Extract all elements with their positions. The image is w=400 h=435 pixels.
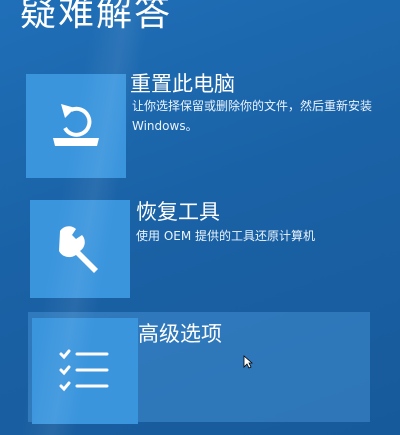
checklist-icon bbox=[32, 318, 138, 424]
recovery-tool-option[interactable]: 恢复工具 使用 OEM 提供的工具还原计算机 bbox=[30, 196, 380, 301]
recovery-tool-label: 恢复工具 bbox=[136, 200, 220, 224]
page-title: 疑难解答 bbox=[20, 0, 173, 34]
mouse-cursor-icon bbox=[243, 354, 254, 373]
advanced-options-option[interactable]: 高级选项 bbox=[28, 312, 370, 424]
reset-pc-description: 让你选择保留或删除你的文件，然后重新安装 Windows。 bbox=[132, 99, 373, 133]
wrench-icon bbox=[30, 200, 130, 298]
advanced-options-label: 高级选项 bbox=[138, 322, 222, 346]
reset-pc-option[interactable]: 重置此电脑 让你选择保留或删除你的文件，然后重新安装 Windows。 bbox=[22, 68, 372, 178]
reset-pc-icon bbox=[26, 74, 126, 178]
recovery-tool-description: 使用 OEM 提供的工具还原计算机 bbox=[136, 229, 316, 243]
reset-pc-label: 重置此电脑 bbox=[130, 72, 235, 96]
